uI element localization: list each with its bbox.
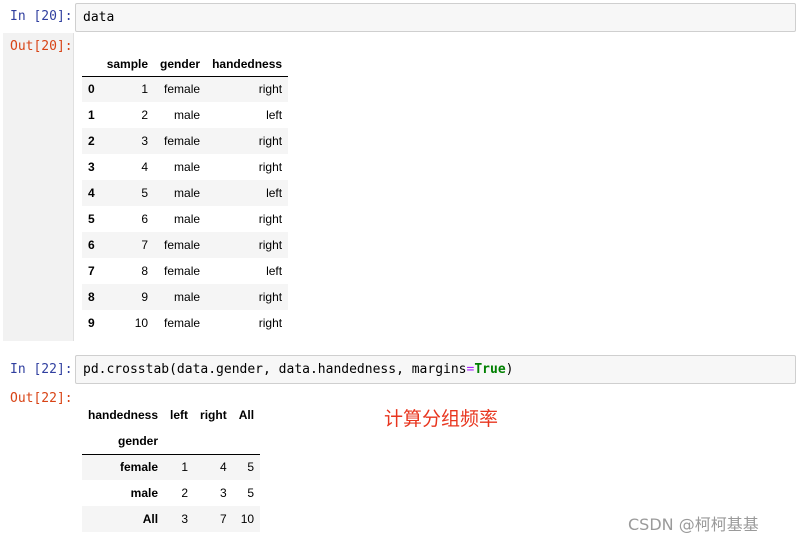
cell-sample: 9 <box>141 290 149 304</box>
cell-handedness: right <box>258 290 283 304</box>
code-text: pd.crosstab(data.gender, data.handedness… <box>83 362 467 377</box>
table-row: 4 5 male left <box>82 180 289 206</box>
column-header: sample <box>106 56 149 71</box>
row-index: 5 <box>88 212 95 226</box>
index-name-header: gender <box>118 433 159 448</box>
row-index: female <box>120 460 159 475</box>
output-collapse-area[interactable] <box>3 33 74 341</box>
row-index: 1 <box>88 108 95 122</box>
dataframe-output: sample gender handedness 0 1 female right 1 2… <box>82 52 289 336</box>
index-header <box>82 52 101 76</box>
column-header: handedness <box>212 56 283 71</box>
cell-sample: 4 <box>141 160 149 174</box>
cell-gender: male <box>174 290 201 304</box>
input-prompt: In [20]: <box>10 9 73 24</box>
cell-all: 10 <box>240 512 255 526</box>
cell-sample: 7 <box>141 238 149 252</box>
row-index: 4 <box>88 186 95 200</box>
empty-header <box>164 428 194 454</box>
cell-gender: female <box>164 238 201 252</box>
table-row: 7 8 female left <box>82 258 288 284</box>
cell-right: 3 <box>220 486 227 500</box>
code-input[interactable]: pd.crosstab(data.gender, data.handedness… <box>75 355 796 384</box>
table-row: 6 7 female right <box>82 232 289 258</box>
empty-header <box>233 428 260 454</box>
cell-sample: 10 <box>134 316 149 330</box>
cell-handedness: right <box>258 238 283 252</box>
output-prompt: Out[20]: <box>10 39 73 54</box>
table-row: 2 3 female right <box>82 128 289 154</box>
column-header: All <box>238 408 255 422</box>
cell-all: 5 <box>247 460 255 475</box>
cell-handedness: right <box>258 82 283 97</box>
input-prompt: In [22]: <box>10 362 73 377</box>
table-row: 9 10 female right <box>82 310 288 336</box>
table-row: 0 1 female right <box>82 76 289 102</box>
table-row: All 3 7 10 <box>82 506 261 532</box>
cell-gender: female <box>164 316 201 330</box>
cell-sample: 6 <box>141 212 149 226</box>
row-index: 7 <box>88 264 95 278</box>
cell-left: 1 <box>181 460 189 475</box>
cell-gender: female <box>164 264 201 278</box>
row-index: 2 <box>88 134 95 148</box>
empty-header <box>194 428 233 454</box>
table-row: 1 2 male left <box>82 102 288 128</box>
code-input[interactable]: data <box>75 3 796 32</box>
code-text: ) <box>505 362 514 377</box>
column-header: right <box>200 408 227 422</box>
cell-handedness: right <box>258 134 283 148</box>
watermark: CSDN @柯柯基基 <box>628 515 759 534</box>
row-index: male <box>130 486 159 500</box>
cell-gender: male <box>174 108 201 122</box>
table-row: male 2 3 5 <box>82 480 260 506</box>
column-header: left <box>170 408 189 422</box>
cell-handedness: left <box>266 108 283 122</box>
notebook-cell-22[interactable]: In [22]: pd.crosstab(data.gender, data.h… <box>0 350 796 541</box>
cell-gender: female <box>164 134 201 148</box>
cell-gender: female <box>164 82 201 97</box>
table-row: female 1 4 5 <box>82 454 261 480</box>
cell-left: 2 <box>181 486 189 500</box>
cell-gender: male <box>174 186 201 200</box>
annotation-text: 计算分组频率 <box>384 408 499 430</box>
cell-sample: 5 <box>141 186 149 200</box>
row-index: 8 <box>88 290 95 304</box>
cell-all: 5 <box>247 486 255 500</box>
table-row: 8 9 male right <box>82 284 289 310</box>
cell-handedness: right <box>258 212 283 226</box>
cell-handedness: left <box>266 264 283 278</box>
crosstab-output: handedness left right All gender female 1… <box>82 402 261 532</box>
row-index: 3 <box>88 160 95 174</box>
cell-gender: male <box>174 160 201 174</box>
cell-gender: male <box>174 212 201 226</box>
cell-sample: 3 <box>141 134 149 148</box>
columns-name-header: handedness <box>88 408 159 422</box>
cell-right: 7 <box>220 512 227 526</box>
row-index: All <box>142 512 159 526</box>
cell-right: 4 <box>220 460 227 475</box>
row-index: 0 <box>88 82 95 97</box>
column-header: gender <box>160 56 201 71</box>
table-row: 3 4 male right <box>82 154 288 180</box>
cell-handedness: left <box>266 186 283 200</box>
table-row: 5 6 male right <box>82 206 288 232</box>
cell-handedness: right <box>258 160 283 174</box>
row-index: 6 <box>88 238 95 252</box>
cell-handedness: right <box>258 316 283 330</box>
cell-left: 3 <box>181 512 189 526</box>
cell-sample: 1 <box>141 82 149 97</box>
cell-sample: 2 <box>141 108 149 122</box>
notebook-cell-20[interactable]: In [20]: data Out[20]: sample gender han… <box>0 0 796 345</box>
row-index: 9 <box>88 316 95 330</box>
cell-sample: 8 <box>141 264 149 278</box>
code-keyword: True <box>474 362 506 377</box>
output-prompt: Out[22]: <box>10 391 73 406</box>
